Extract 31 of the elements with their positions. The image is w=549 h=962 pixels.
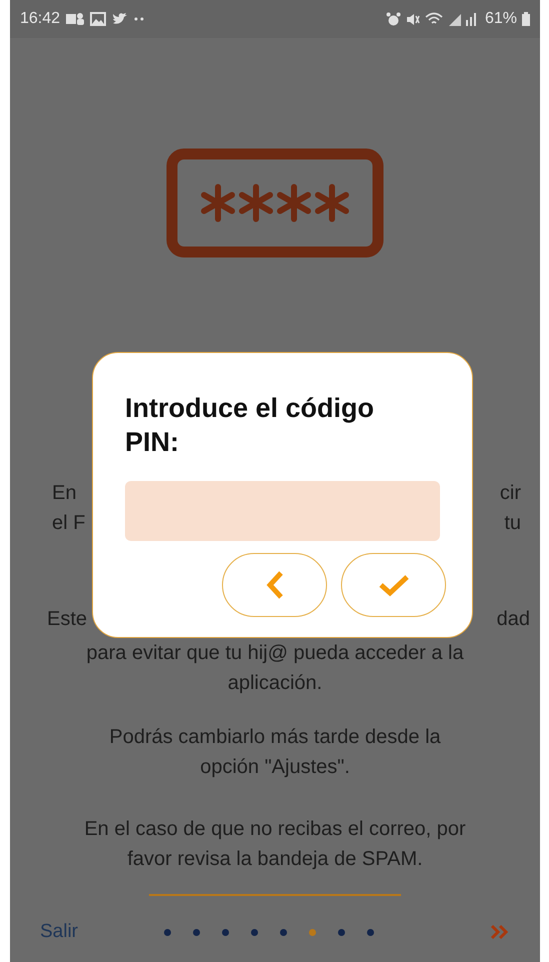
password-icon [166, 148, 384, 258]
battery-text: 61% [484, 9, 517, 29]
body-text: Podrás cambiarlo más tarde desde la [108, 725, 442, 750]
bird-icon [112, 12, 128, 26]
checkmark-icon [378, 573, 410, 597]
alarm-icon [386, 12, 401, 26]
exit-link[interactable]: Salir [40, 918, 78, 946]
body-text: el F [52, 511, 86, 536]
clock-text: 16:42 [20, 9, 60, 29]
battery-icon [522, 12, 530, 26]
body-text: aplicación. [226, 671, 324, 696]
body-text: Este [47, 607, 88, 632]
more-icon [134, 17, 144, 21]
body-text: En el caso de que no recibas el correo, por [83, 817, 467, 842]
image-icon [90, 12, 106, 26]
next-button[interactable] [490, 924, 510, 940]
back-button[interactable] [222, 553, 327, 617]
body-text: opción "Ajustes". [199, 755, 351, 780]
body-text: cir [500, 481, 521, 506]
chevron-left-icon [264, 570, 284, 600]
pin-field[interactable] [125, 481, 440, 541]
body-text: tu [504, 511, 521, 536]
body-text: para evitar que tu hij@ pueda acceder a la [85, 641, 465, 666]
mute-icon [406, 12, 420, 26]
body-text: favor revisa la bandeja de SPAM. [126, 847, 424, 872]
body-text: dad [496, 607, 530, 632]
double-chevron-icon [490, 924, 510, 940]
wifi-icon [424, 12, 443, 26]
body-text: En [52, 481, 76, 506]
confirm-button[interactable] [341, 553, 446, 617]
dialog-title: Introduce el código PIN: [125, 392, 376, 459]
